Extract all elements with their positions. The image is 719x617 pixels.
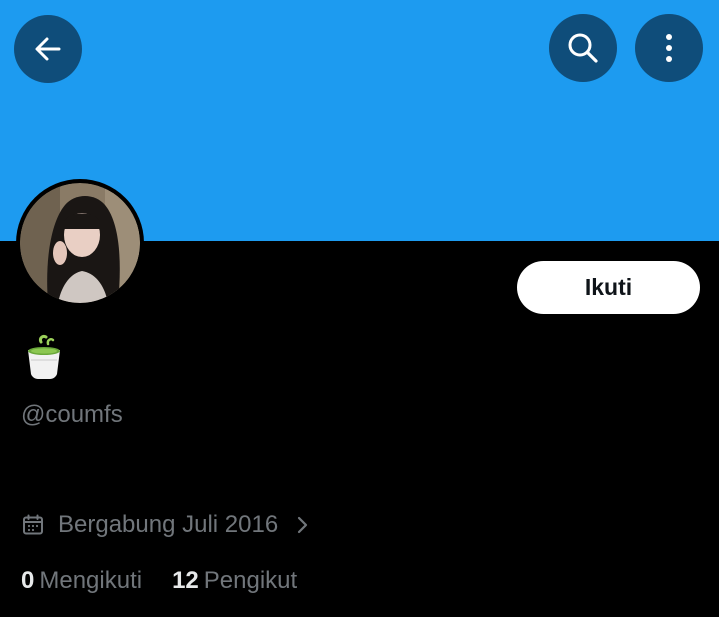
joined-date-row[interactable]: Bergabung Juli 2016 (22, 510, 310, 540)
search-button[interactable] (549, 14, 617, 82)
more-options-button[interactable] (635, 14, 703, 82)
more-vertical-icon (666, 34, 672, 62)
search-icon (568, 33, 598, 63)
following-count: 0 (21, 567, 35, 594)
chevron-right-icon (298, 516, 308, 534)
followers-stat[interactable]: 12 Pengikut (172, 566, 297, 596)
avatar-border (16, 179, 144, 307)
profile-handle: @coumfs (21, 401, 123, 428)
joined-date-text: Bergabung Juli 2016 (58, 511, 279, 538)
following-stat[interactable]: 0 Mengikuti (21, 566, 142, 596)
back-button[interactable] (14, 15, 82, 83)
profile-screen: Ikuti @coumfs Bergabung Juli 2016 0 Meng… (0, 0, 719, 617)
green-tea-cup-emoji (28, 334, 60, 379)
followers-label: Pengikut (203, 567, 298, 594)
follow-button[interactable]: Ikuti (517, 261, 700, 314)
followers-count: 12 (172, 567, 199, 594)
calendar-icon (23, 514, 43, 535)
following-label: Mengikuti (39, 567, 143, 594)
follow-stats: 0 Mengikuti 12 Pengikut (21, 566, 297, 596)
arrow-left-icon (35, 37, 61, 61)
avatar[interactable] (20, 183, 140, 303)
